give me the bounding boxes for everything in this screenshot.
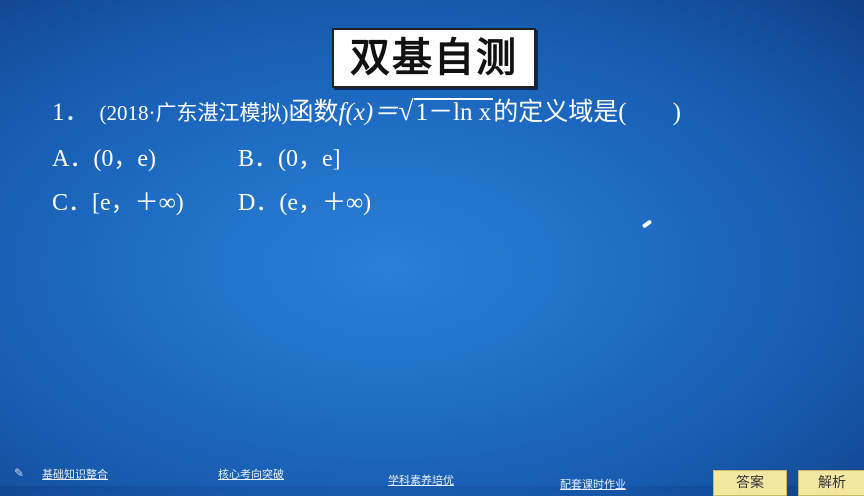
question-radicand: 1－ln x [413,98,494,126]
question-number: 1． [52,99,90,126]
pointer-cursor-icon [641,219,653,229]
nav-core-breakthrough[interactable]: 核心考向突破 [218,466,284,482]
question-source: (2018·广东湛江模拟) [99,101,289,125]
option-c: C．[e，＋∞) [52,190,184,216]
option-b: B．(0，e] [238,146,341,172]
answer-button[interactable]: 答案 [713,470,787,496]
nav-basic-knowledge[interactable]: 基础知识整合 [42,466,108,482]
question-text-before: 函数 [288,99,339,126]
slide-title: 双基自测 [332,28,536,88]
question-function: f(x)＝ [338,99,399,126]
nav-homework[interactable]: 配套课时作业 [560,476,626,492]
question-text-after: 的定义域是( [493,99,627,126]
slide: 双基自测 1． (2018·广东湛江模拟)函数f(x)＝√1－ln x的定义域是(… [0,0,864,496]
question-paren-close: ) [672,99,681,126]
sqrt-icon: √ [398,96,414,127]
question-1: 1． (2018·广东湛江模拟)函数f(x)＝√1－ln x的定义域是() [52,92,681,128]
explain-button[interactable]: 解析 [798,470,864,496]
option-a: A．(0，e) [52,146,156,172]
option-d: D．(e，＋∞) [238,190,372,216]
